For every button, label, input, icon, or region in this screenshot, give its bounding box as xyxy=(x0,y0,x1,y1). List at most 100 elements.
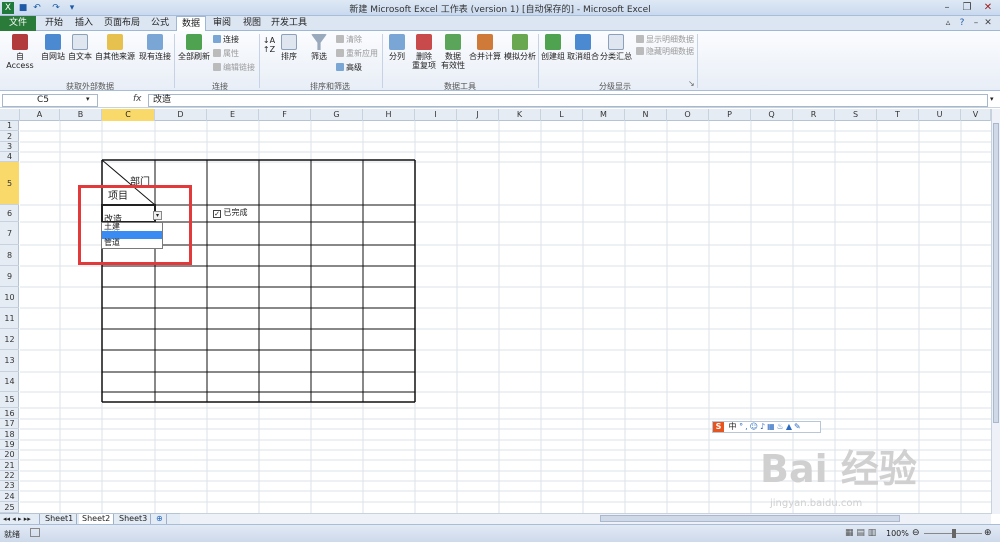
row-header-24[interactable]: 24 xyxy=(0,491,19,502)
row-header-1[interactable]: 1 xyxy=(0,121,19,131)
row-header-15[interactable]: 15 xyxy=(0,392,19,408)
column-header-f[interactable]: F xyxy=(259,109,311,121)
ime-mode[interactable]: 中 xyxy=(729,422,737,431)
zoom-out-icon[interactable]: ⊖ xyxy=(912,528,920,538)
name-box-dropdown-icon[interactable]: ▾ xyxy=(86,95,90,103)
column-header-s[interactable]: S xyxy=(835,109,877,121)
column-header-d[interactable]: D xyxy=(155,109,207,121)
text-to-columns-button[interactable]: 分列 xyxy=(385,34,409,61)
doc-close-icon[interactable]: ✕ xyxy=(978,17,998,30)
column-header-b[interactable]: B xyxy=(60,109,102,121)
tab-developer[interactable]: 开发工具 xyxy=(268,16,310,31)
row-header-3[interactable]: 3 xyxy=(0,142,19,152)
properties-button[interactable]: 属性 xyxy=(213,49,239,59)
refresh-all-button[interactable]: 全部刷新 xyxy=(177,34,211,61)
column-header-g[interactable]: G xyxy=(311,109,363,121)
row-header-2[interactable]: 2 xyxy=(0,131,19,142)
row-header-12[interactable]: 12 xyxy=(0,329,19,350)
formula-input[interactable]: 改造 xyxy=(148,94,988,107)
row-header-21[interactable]: 21 xyxy=(0,460,19,471)
row-header-9[interactable]: 9 xyxy=(0,266,19,287)
column-header-u[interactable]: U xyxy=(919,109,961,121)
tab-file[interactable]: 文件 xyxy=(0,16,36,31)
filter-button[interactable]: 筛选 xyxy=(306,34,332,61)
select-all-corner[interactable] xyxy=(0,109,20,121)
zoom-in-icon[interactable]: ⊕ xyxy=(984,528,992,538)
tab-view[interactable]: 视图 xyxy=(238,16,266,31)
from-text-button[interactable]: 自文本 xyxy=(67,34,93,61)
row-header-8[interactable]: 8 xyxy=(0,245,19,266)
column-header-q[interactable]: Q xyxy=(751,109,793,121)
column-header-r[interactable]: R xyxy=(793,109,835,121)
insert-function-icon[interactable]: fx xyxy=(133,94,142,104)
from-web-button[interactable]: 自网站 xyxy=(40,34,66,61)
expand-formula-icon[interactable]: ▾ xyxy=(990,95,994,103)
sogou-logo-icon[interactable]: S xyxy=(713,422,724,432)
column-header-n[interactable]: N xyxy=(625,109,667,121)
row-header-23[interactable]: 23 xyxy=(0,481,19,491)
hide-detail-button[interactable]: 隐藏明细数据 xyxy=(636,47,694,57)
column-header-m[interactable]: M xyxy=(583,109,625,121)
sort-az-icon[interactable]: ↓A ↑Z xyxy=(262,36,276,54)
tab-review[interactable]: 审阅 xyxy=(208,16,236,31)
what-if-analysis-button[interactable]: 模拟分析 xyxy=(503,34,537,61)
existing-connections-button[interactable]: 现有连接 xyxy=(138,34,172,61)
remove-duplicates-button[interactable]: 删除 重复项 xyxy=(410,34,438,70)
zoom-level[interactable]: 100% xyxy=(886,529,909,538)
column-header-e[interactable]: E xyxy=(207,109,259,121)
column-header-v[interactable]: V xyxy=(961,109,991,121)
vertical-scrollbar[interactable] xyxy=(991,109,1000,514)
outline-dialog-launcher-icon[interactable]: ↘ xyxy=(688,79,695,89)
zoom-slider-thumb[interactable] xyxy=(952,529,956,538)
column-header-a[interactable]: A xyxy=(20,109,60,121)
horizontal-scrollbar[interactable] xyxy=(180,513,991,524)
tab-page-layout[interactable]: 页面布局 xyxy=(100,16,144,31)
vertical-scroll-thumb[interactable] xyxy=(993,123,999,423)
close-icon[interactable]: ✕ xyxy=(978,1,998,14)
consolidate-button[interactable]: 合并计算 xyxy=(468,34,502,61)
ungroup-button[interactable]: 取消组合 xyxy=(567,34,599,61)
name-box[interactable]: C5 xyxy=(2,94,98,107)
restore-icon[interactable]: ❐ xyxy=(957,1,977,14)
tab-home[interactable]: 开始 xyxy=(40,16,68,31)
advanced-button[interactable]: 高级 xyxy=(336,63,362,73)
row-header-10[interactable]: 10 xyxy=(0,287,19,308)
connections-button[interactable]: 连接 xyxy=(213,35,239,45)
show-detail-button[interactable]: 显示明细数据 xyxy=(636,35,694,45)
column-header-i[interactable]: I xyxy=(415,109,457,121)
clear-button[interactable]: 清除 xyxy=(336,35,362,45)
macro-record-icon[interactable] xyxy=(30,528,40,537)
row-header-11[interactable]: 11 xyxy=(0,308,19,329)
row-header-7[interactable]: 7 xyxy=(0,222,19,245)
group-button[interactable]: 创建组 xyxy=(540,34,566,61)
horizontal-scroll-thumb[interactable] xyxy=(600,515,900,522)
ime-tools-icon[interactable]: °,☺♪▦♨▲✎ xyxy=(739,422,803,431)
row-header-14[interactable]: 14 xyxy=(0,372,19,392)
row-header-6[interactable]: 6 xyxy=(0,205,19,222)
column-header-l[interactable]: L xyxy=(541,109,583,121)
row-header-25[interactable]: 25 xyxy=(0,502,19,513)
tab-formulas[interactable]: 公式 xyxy=(146,16,174,31)
row-header-22[interactable]: 22 xyxy=(0,471,19,481)
sort-button[interactable]: 排序 xyxy=(278,34,300,61)
data-validation-button[interactable]: 数据 有效性 xyxy=(439,34,467,70)
column-header-j[interactable]: J xyxy=(457,109,499,121)
column-header-o[interactable]: O xyxy=(667,109,709,121)
from-other-sources-button[interactable]: 自其他来源 xyxy=(94,34,136,61)
edit-links-button[interactable]: 编辑链接 xyxy=(213,63,255,73)
row-header-5[interactable]: 5 xyxy=(0,162,19,205)
view-mode-icons[interactable]: ▦ ▤ ▥ xyxy=(845,528,876,538)
tab-insert[interactable]: 插入 xyxy=(70,16,98,31)
column-header-k[interactable]: K xyxy=(499,109,541,121)
row-header-20[interactable]: 20 xyxy=(0,450,19,460)
tab-data[interactable]: 数据 xyxy=(176,16,206,32)
column-header-c[interactable]: C xyxy=(102,109,155,121)
column-header-h[interactable]: H xyxy=(363,109,415,121)
completed-checkbox[interactable]: ✓ 已完成 xyxy=(213,208,248,218)
from-access-button[interactable]: 自 Access xyxy=(2,34,38,70)
row-header-16[interactable]: 16 xyxy=(0,408,19,419)
row-header-4[interactable]: 4 xyxy=(0,152,19,162)
subtotal-button[interactable]: 分类汇总 xyxy=(600,34,632,61)
reapply-button[interactable]: 重新应用 xyxy=(336,49,378,59)
column-header-p[interactable]: P xyxy=(709,109,751,121)
